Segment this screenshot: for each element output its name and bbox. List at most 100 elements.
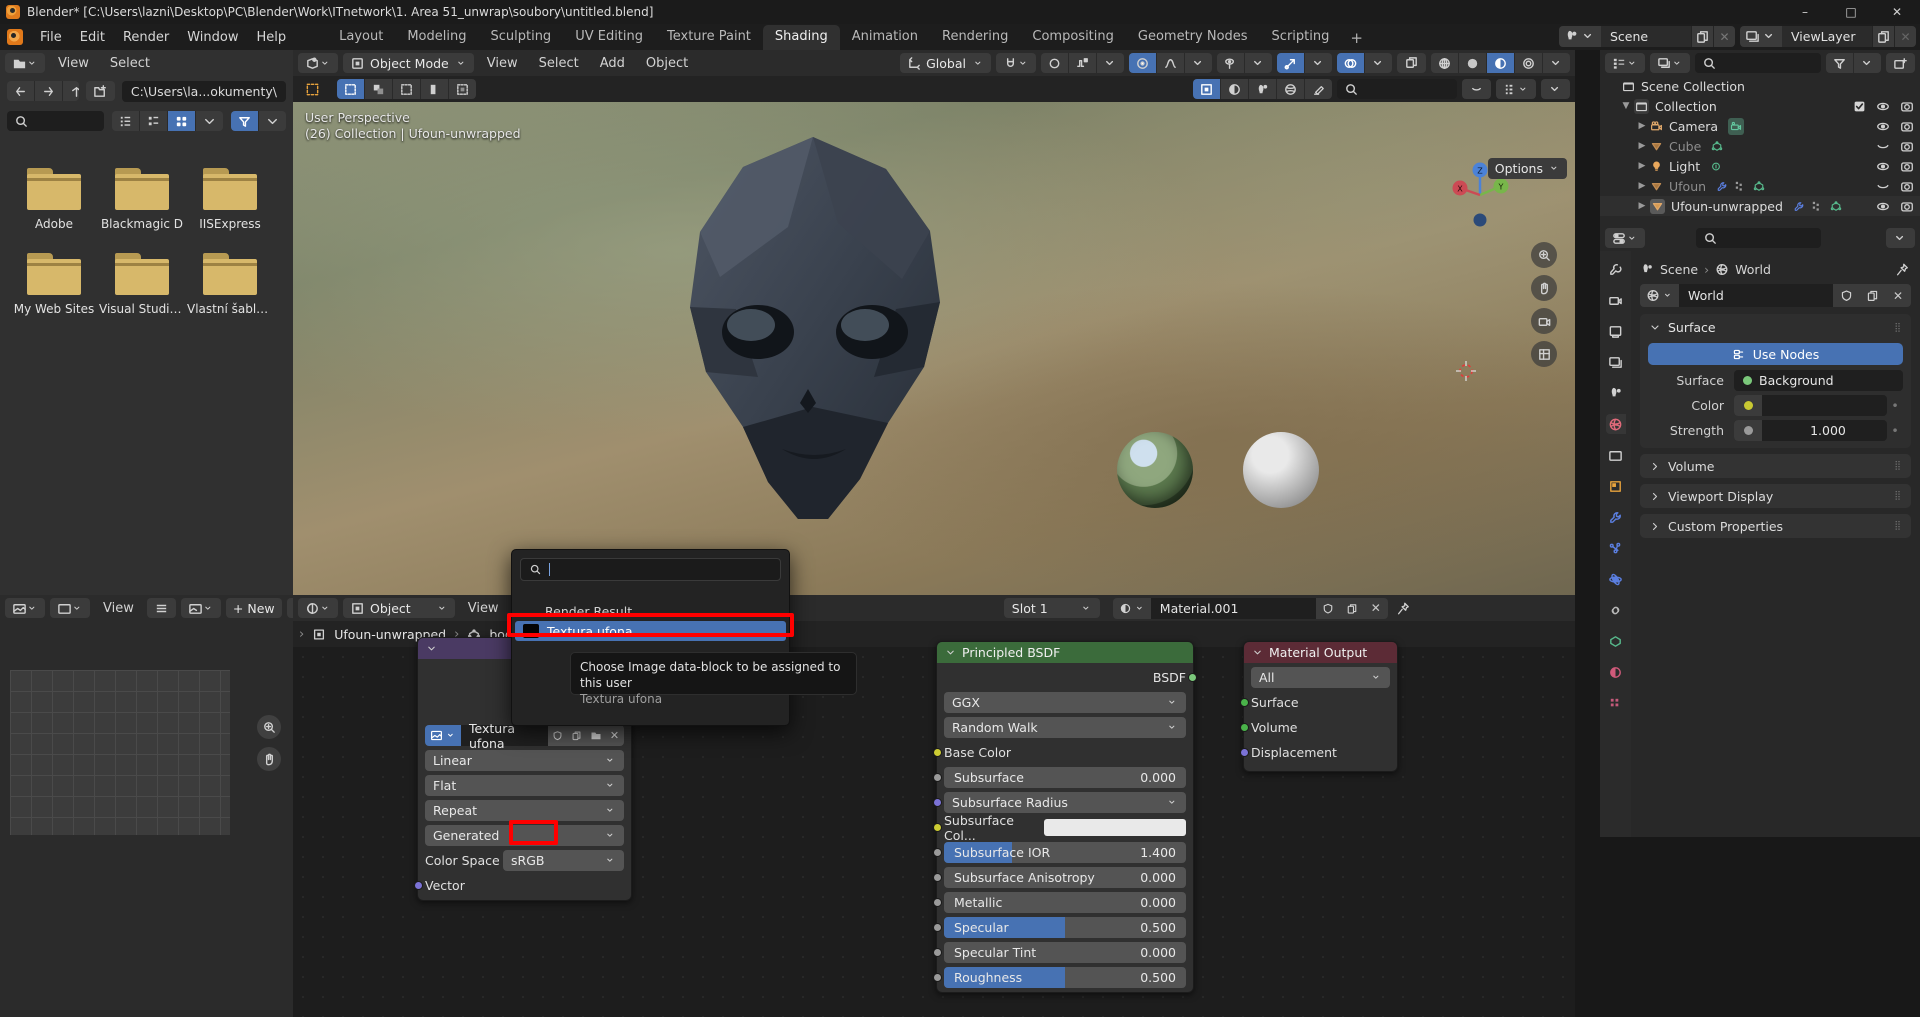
outliner-row-ufoun-unwrapped[interactable]: ▶ Ufoun-unwrapped xyxy=(1600,196,1920,216)
subsurface-ior-socket[interactable] xyxy=(933,848,942,857)
outliner-row-scene-collection[interactable]: Scene Collection xyxy=(1600,76,1920,96)
metallic-row[interactable]: Metallic 0.000 xyxy=(944,892,1186,913)
node-principled-bsdf[interactable]: Principled BSDF BSDF GGX Random Walk Ba xyxy=(936,641,1194,993)
tab-tool[interactable] xyxy=(1606,259,1626,279)
viewport-add-menu[interactable]: Add xyxy=(592,56,633,71)
close-icon[interactable]: ✕ xyxy=(1364,598,1388,619)
roughness-row[interactable]: Roughness 0.500 xyxy=(944,967,1186,988)
mesh-data-icon[interactable] xyxy=(1830,199,1842,214)
new-image-button[interactable]: +New xyxy=(226,598,282,618)
shader-view-menu[interactable]: View xyxy=(460,601,507,616)
folder-item[interactable]: Visual Studio ... xyxy=(98,253,186,316)
add-workspace-button[interactable]: + xyxy=(1341,26,1372,50)
extension-row[interactable]: Repeat xyxy=(425,800,624,821)
menu-file[interactable]: File xyxy=(31,28,71,47)
camera-data-icon[interactable] xyxy=(1728,118,1744,135)
bsdf-output-socket[interactable] xyxy=(1188,673,1197,682)
strength-value[interactable]: 1.000 xyxy=(1734,420,1887,441)
tab-physics[interactable] xyxy=(1606,569,1626,589)
tab-compositing[interactable]: Compositing xyxy=(1020,25,1126,50)
tab-scene[interactable] xyxy=(1606,383,1626,403)
file-select-menu[interactable]: Select xyxy=(102,56,158,71)
view-layer-icon[interactable] xyxy=(1740,26,1782,47)
minimize-button[interactable]: – xyxy=(1782,0,1828,24)
particles-icon[interactable] xyxy=(1733,179,1748,194)
subsurface-row[interactable]: Subsurface 0.000 xyxy=(944,767,1186,788)
tab-collection[interactable] xyxy=(1606,445,1626,465)
open-folder-icon[interactable] xyxy=(586,725,605,746)
tab-view-layer[interactable] xyxy=(1606,352,1626,372)
outliner-row-light[interactable]: ▶ Light xyxy=(1600,156,1920,176)
render-camera-icon[interactable] xyxy=(1900,119,1914,134)
tab-shading[interactable]: Shading xyxy=(763,25,840,50)
volume-section[interactable]: Volume ⣿ xyxy=(1640,454,1911,478)
wireframe-shading-icon[interactable] xyxy=(1431,53,1459,73)
filter-options-chevron-icon[interactable] xyxy=(259,111,286,131)
forward-arrow-icon[interactable] xyxy=(35,81,63,101)
xray-toggle-icon[interactable] xyxy=(1397,53,1426,73)
back-arrow-icon[interactable] xyxy=(7,81,35,101)
show-gizmo-icon[interactable] xyxy=(1217,53,1245,73)
filter-chevron-icon[interactable] xyxy=(1854,53,1881,73)
scene-delete-icon[interactable]: ✕ xyxy=(1713,26,1735,47)
pin-icon[interactable] xyxy=(1396,601,1410,616)
surface-panel-header[interactable]: Surface ⣿ xyxy=(1640,318,1911,339)
tab-modeling[interactable]: Modeling xyxy=(395,25,478,50)
viewport-options-button[interactable]: Options xyxy=(1488,158,1567,179)
falloff-chevron-icon[interactable] xyxy=(1185,53,1212,73)
duplicate-icon[interactable] xyxy=(567,725,586,746)
folder-item[interactable]: Vlastní šablon... xyxy=(186,253,274,316)
light-data-icon[interactable] xyxy=(1710,159,1722,174)
pan-hand-icon[interactable] xyxy=(257,747,281,771)
tab-sculpting[interactable]: Sculpting xyxy=(478,25,563,50)
filter-icon[interactable] xyxy=(231,111,259,131)
specular-tint-row[interactable]: Specular Tint 0.000 xyxy=(944,942,1186,963)
specular-tint-socket[interactable] xyxy=(933,948,942,957)
gizmo-settings-chevron-icon[interactable] xyxy=(1305,53,1332,73)
image-list-icon[interactable] xyxy=(147,598,176,618)
visibility-eye-icon[interactable] xyxy=(1876,199,1890,214)
color-animate-dot[interactable]: • xyxy=(1887,398,1903,413)
select-intersect-icon[interactable] xyxy=(449,79,476,99)
folder-item[interactable]: Blackmagic D xyxy=(98,168,186,231)
menu-help[interactable]: Help xyxy=(248,28,296,47)
render-camera-icon[interactable] xyxy=(1900,159,1914,174)
snap-closest-icon[interactable] xyxy=(1193,79,1221,99)
snap-active-icon[interactable] xyxy=(1277,79,1305,99)
subsurface-color-socket[interactable] xyxy=(933,823,942,832)
snap-chevron-icon[interactable] xyxy=(1097,53,1124,73)
toggle-ortho-icon[interactable] xyxy=(1531,341,1557,367)
slot-selector[interactable]: Slot 1 xyxy=(1004,598,1100,618)
zoom-icon[interactable] xyxy=(257,715,281,739)
tab-geometry-nodes[interactable]: Geometry Nodes xyxy=(1126,25,1260,50)
transform-orientation-selector[interactable]: Global xyxy=(900,53,991,73)
visibility-eye-icon[interactable] xyxy=(1876,99,1890,114)
distribution-row[interactable]: GGX xyxy=(944,692,1186,713)
roughness-socket[interactable] xyxy=(933,973,942,982)
rendered-shading-icon[interactable] xyxy=(1515,53,1543,73)
node-canvas[interactable]: Image Texture Textura ufona xyxy=(293,647,1575,1017)
shader-editor-type-icon[interactable] xyxy=(298,598,338,618)
folder-item[interactable]: IISExpress xyxy=(186,168,274,231)
snap-hierarchy-icon[interactable] xyxy=(1496,79,1536,99)
expand-arrow-icon[interactable]: ▶ xyxy=(1634,121,1650,131)
output-surface-socket[interactable] xyxy=(1240,698,1249,707)
vector-socket[interactable] xyxy=(414,881,423,890)
base-color-socket[interactable] xyxy=(933,748,942,757)
tab-animation[interactable]: Animation xyxy=(840,25,930,50)
tab-constraint[interactable] xyxy=(1606,600,1626,620)
file-view-menu[interactable]: View xyxy=(50,56,97,71)
image-canvas[interactable] xyxy=(10,670,230,835)
filter-icon[interactable] xyxy=(1826,53,1854,73)
subsurface-radius-socket[interactable] xyxy=(933,798,942,807)
breadcrumb-scene[interactable]: Scene xyxy=(1660,262,1698,277)
overlays-icon[interactable] xyxy=(1337,53,1365,73)
close-button[interactable]: ✕ xyxy=(1874,0,1920,24)
pin-icon[interactable] xyxy=(1895,262,1909,277)
display-options-chevron-icon[interactable] xyxy=(196,111,223,131)
material-icon[interactable] xyxy=(1113,598,1151,619)
outliner-row-collection[interactable]: ▼ Collection xyxy=(1600,96,1920,116)
tab-material[interactable] xyxy=(1606,662,1626,682)
editor-type-icon[interactable] xyxy=(5,53,45,73)
popup-item-render-result[interactable]: Render Result xyxy=(515,601,786,621)
